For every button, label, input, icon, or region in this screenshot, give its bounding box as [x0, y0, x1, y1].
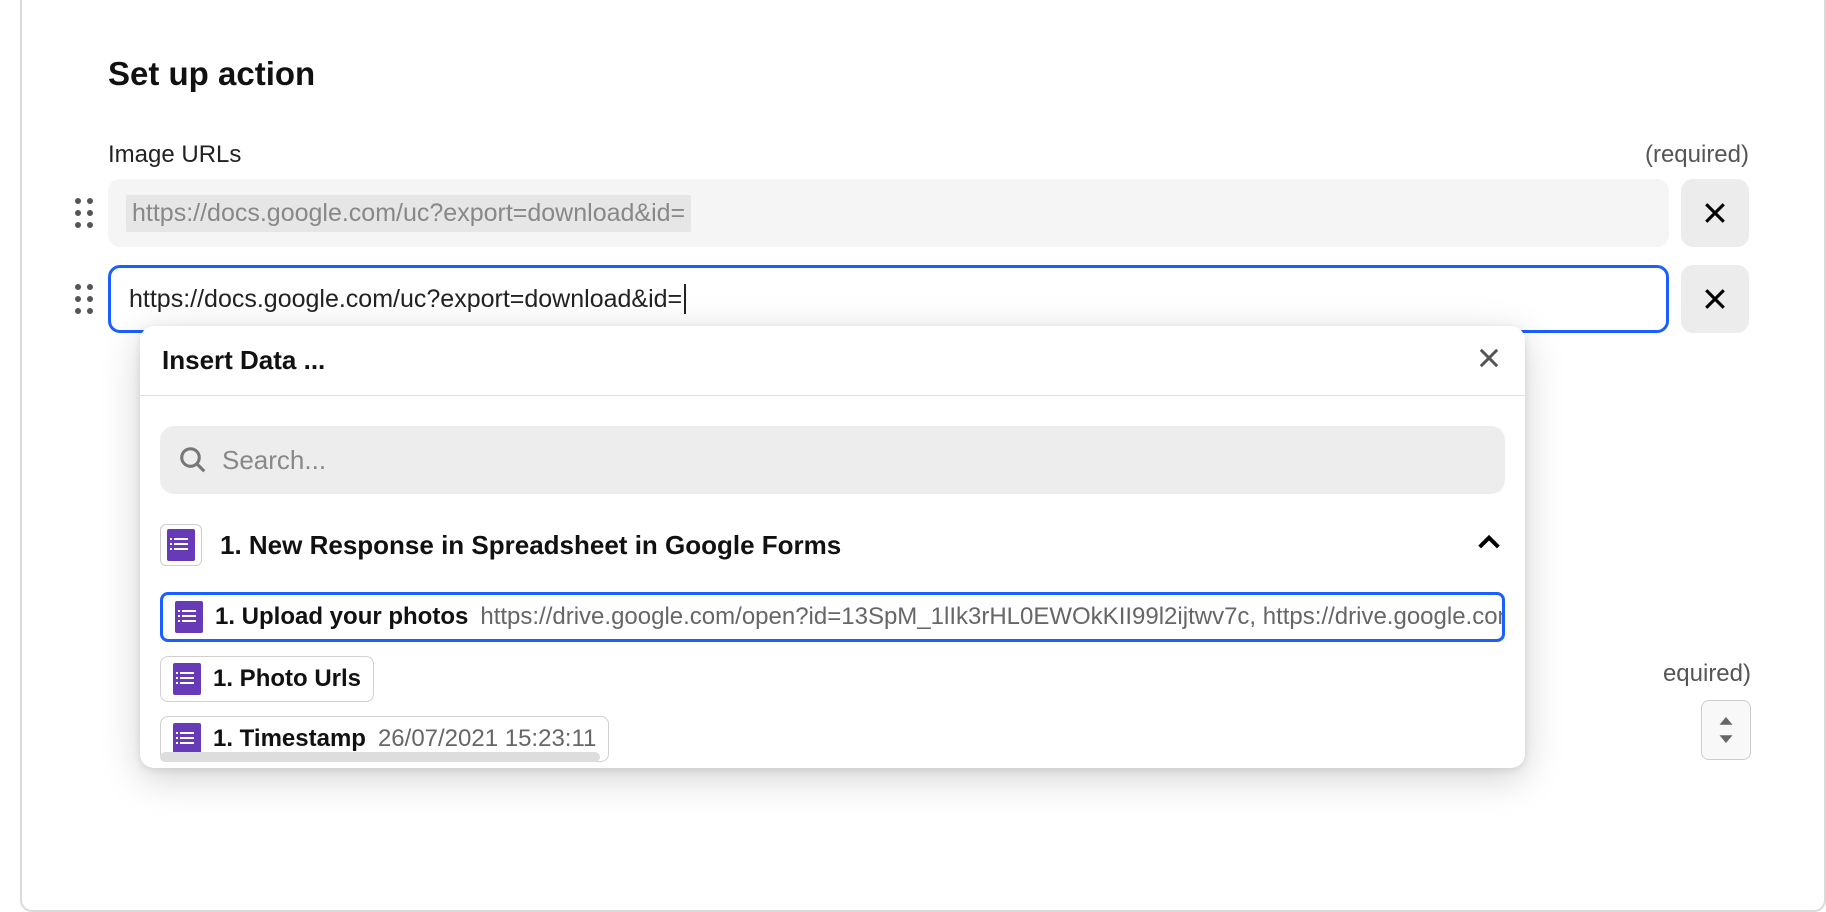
collapse-button[interactable]	[1473, 527, 1505, 564]
image-url-input-1[interactable]: https://docs.google.com/uc?export=downlo…	[108, 179, 1669, 247]
insert-data-dropdown: Insert Data ... 1. New Response in Sprea…	[140, 326, 1525, 768]
google-forms-icon	[173, 723, 201, 755]
typed-text: https://docs.google.com/uc?export=downlo…	[129, 285, 682, 314]
dropdown-close-button[interactable]	[1475, 344, 1503, 377]
sort-stepper-icon	[1717, 717, 1735, 743]
item-label: 1. Photo Urls	[213, 665, 361, 693]
close-icon	[1700, 198, 1730, 228]
text-caret	[684, 284, 686, 314]
item-label: 1. Timestamp	[213, 725, 366, 753]
data-source-header[interactable]: 1. New Response in Spreadsheet in Google…	[160, 524, 1505, 566]
background-required-fragment: equired)	[1663, 660, 1751, 688]
close-icon	[1475, 344, 1503, 372]
google-forms-icon	[175, 601, 203, 633]
data-items-list: 1. Upload your photos https://drive.goog…	[160, 592, 1505, 762]
image-url-input-2[interactable]: https://docs.google.com/uc?export=downlo…	[108, 265, 1669, 333]
input-row-1: https://docs.google.com/uc?export=downlo…	[72, 179, 1749, 247]
google-forms-icon	[173, 663, 201, 695]
url-chip: https://docs.google.com/uc?export=downlo…	[126, 195, 691, 232]
search-input[interactable]	[222, 445, 1487, 476]
dropdown-body: 1. New Response in Spreadsheet in Google…	[140, 396, 1525, 768]
dropdown-search[interactable]	[160, 426, 1505, 494]
drag-handle-icon[interactable]	[72, 193, 96, 233]
item-value: 26/07/2021 15:23:11	[378, 725, 596, 753]
background-select-stepper[interactable]	[1701, 700, 1751, 760]
chevron-up-icon	[1473, 527, 1505, 559]
field-label: Image URLs	[108, 141, 241, 169]
data-item-upload-photos[interactable]: 1. Upload your photos https://drive.goog…	[160, 592, 1505, 642]
remove-button-1[interactable]	[1681, 179, 1749, 247]
dropdown-header: Insert Data ...	[140, 326, 1525, 396]
item-label: 1. Upload your photos	[215, 603, 468, 631]
section-title: Set up action	[108, 55, 1749, 93]
remove-button-2[interactable]	[1681, 265, 1749, 333]
close-icon	[1700, 284, 1730, 314]
data-source-title: 1. New Response in Spreadsheet in Google…	[220, 530, 1455, 561]
field-header: Image URLs (required)	[108, 141, 1749, 169]
field-required: (required)	[1645, 141, 1749, 169]
horizontal-scrollbar[interactable]	[160, 752, 600, 762]
input-row-2: https://docs.google.com/uc?export=downlo…	[72, 265, 1749, 333]
data-item-photo-urls[interactable]: 1. Photo Urls	[160, 656, 374, 702]
item-value: https://drive.google.com/open?id=13SpM_1…	[480, 603, 1505, 631]
google-forms-icon	[160, 524, 202, 566]
drag-handle-icon[interactable]	[72, 279, 96, 319]
dropdown-title: Insert Data ...	[162, 345, 325, 376]
search-icon	[178, 445, 208, 475]
